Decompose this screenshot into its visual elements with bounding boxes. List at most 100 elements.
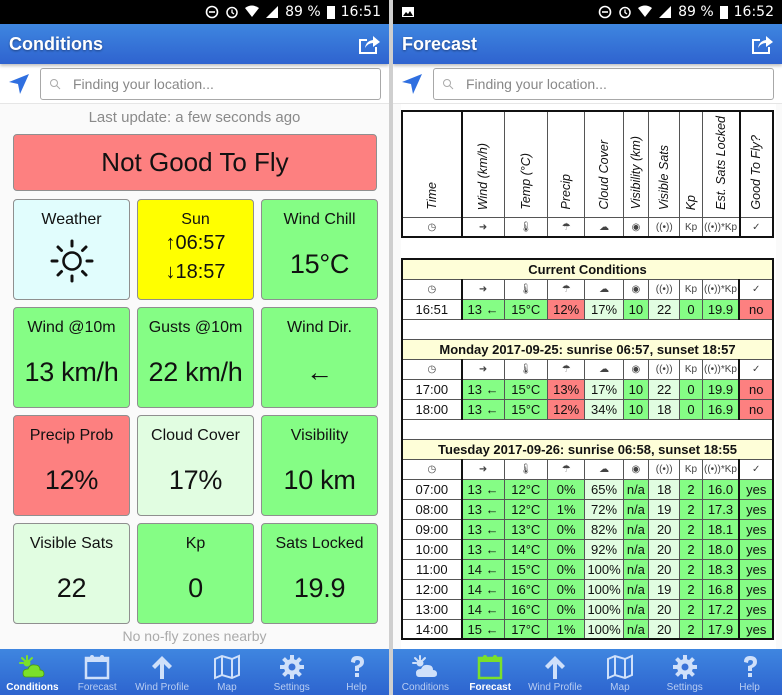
tile-wind-direction[interactable]: Wind Dir. ← — [261, 307, 378, 408]
cell-wind: 13 ← — [460, 538, 505, 560]
cell-sats-locked: 16.9 — [701, 398, 740, 420]
app-bar: Conditions — [0, 24, 389, 64]
cell-temp: 12°C — [503, 498, 549, 520]
tile-sun[interactable]: Sun ↑06:57 ↓18:57 — [137, 199, 254, 300]
dnd-icon — [205, 5, 219, 19]
cell-wind: 13 ← — [460, 478, 505, 500]
cell-temp: 15°C — [503, 398, 549, 420]
nav-tab-settings[interactable]: Settings — [652, 649, 717, 695]
location-arrow-icon[interactable] — [8, 73, 30, 95]
kp-column-icon: Kp — [679, 278, 703, 300]
arrow-up-icon — [541, 653, 569, 682]
tile-cloud-cover[interactable]: Cloud Cover 17% — [137, 415, 254, 516]
temp-column-icon: 🌡 — [503, 358, 549, 380]
cell-temp: 17°C — [503, 618, 549, 640]
visible-sats-column-icon: ((•)) — [648, 278, 681, 300]
share-icon[interactable] — [750, 33, 774, 55]
tile-wind-chill[interactable]: Wind Chill 15°C — [261, 199, 378, 300]
tile-label: Gusts @10m — [148, 319, 243, 336]
tile-wind[interactable]: Wind @10m 13 km/h — [13, 307, 130, 408]
nav-tab-forecast[interactable]: Forecast — [458, 649, 523, 695]
forecast-row[interactable]: 13:00 14 ← 16°C 0% 100% n/a 20 2 17.2 yes — [401, 598, 774, 620]
tile-kp[interactable]: Kp 0 — [137, 523, 254, 624]
location-arrow-icon[interactable] — [401, 73, 423, 95]
share-icon[interactable] — [357, 33, 381, 55]
calendar-icon — [476, 653, 504, 682]
tile-label: Wind @10m — [27, 319, 116, 336]
forecast-row[interactable]: 10:00 13 ← 14°C 0% 92% n/a 20 2 18.0 yes — [401, 538, 774, 560]
nav-tab-wind-profile[interactable]: Wind Profile — [130, 649, 195, 695]
time-column-icon: ◷ — [401, 278, 463, 300]
tile-precip[interactable]: Precip Prob 12% — [13, 415, 130, 516]
nav-tab-conditions[interactable]: Conditions — [0, 649, 65, 695]
cell-wind: 14 ← — [460, 598, 505, 620]
tile-sats-locked[interactable]: Sats Locked 19.9 — [261, 523, 378, 624]
cell-visible-sats: 18 — [648, 478, 681, 500]
column-header-sats-locked: Est. Sats Locked — [701, 110, 741, 218]
cell-time: 13:00 — [401, 598, 463, 620]
nav-tab-wind-profile[interactable]: Wind Profile — [523, 649, 588, 695]
nav-tab-conditions[interactable]: Conditions — [393, 649, 458, 695]
section-icon-row: ◷ ➜ 🌡 ☂ ☁ ◉ ((•)) Kp ((•))*Kp ✓ — [401, 278, 774, 300]
nav-tab-map[interactable]: Map — [587, 649, 652, 695]
precip-column-icon: ☂ — [546, 458, 586, 480]
cell-sats-locked: 18.0 — [701, 538, 740, 560]
forecast-row[interactable]: 07:00 13 ← 12°C 0% 65% n/a 18 2 16.0 yes — [401, 478, 774, 500]
nav-tab-forecast[interactable]: Forecast — [65, 649, 130, 695]
cloud-cover-column-icon: ☁ — [584, 458, 624, 480]
location-search-input[interactable] — [466, 75, 765, 92]
nav-tab-settings[interactable]: Settings — [259, 649, 324, 695]
tile-weather[interactable]: Weather — [13, 199, 130, 300]
column-header-label: Visible Sats — [657, 144, 672, 210]
tile-visible-sats[interactable]: Visible Sats 22 — [13, 523, 130, 624]
forecast-row[interactable]: 18:00 13 ← 15°C 12% 34% 10 18 0 16.9 no — [401, 398, 774, 420]
forecast-row[interactable]: 12:00 14 ← 16°C 0% 100% n/a 19 2 16.8 yes — [401, 578, 774, 600]
cell-visible-sats: 22 — [648, 378, 681, 400]
nav-tab-map[interactable]: Map — [194, 649, 259, 695]
cell-kp: 2 — [679, 598, 703, 620]
sunrise-time: ↑06:57 — [165, 232, 226, 254]
cell-kp: 2 — [679, 578, 703, 600]
cell-temp: 15°C — [503, 558, 549, 580]
cell-cloud-cover: 17% — [584, 298, 624, 320]
forecast-row[interactable]: 16:51 13 ← 15°C 12% 17% 10 22 0 19.9 no — [401, 298, 774, 320]
section-icon-row: ◷ ➜ 🌡 ☂ ☁ ◉ ((•)) Kp ((•))*Kp ✓ — [401, 358, 774, 380]
section-spacer — [401, 418, 774, 440]
cell-precip: 12% — [546, 298, 586, 320]
cell-time: 16:51 — [401, 298, 463, 320]
location-search-box[interactable] — [40, 67, 381, 100]
cell-time: 11:00 — [401, 558, 463, 580]
cell-sats-locked: 19.9 — [701, 298, 740, 320]
visibility-column-icon: ◉ — [622, 278, 650, 300]
location-search-input[interactable] — [73, 75, 372, 92]
cell-kp: 0 — [679, 398, 703, 420]
location-search-row — [393, 64, 782, 104]
help-icon — [343, 653, 371, 682]
forecast-row[interactable]: 17:00 13 ← 15°C 13% 17% 10 22 0 19.9 no — [401, 378, 774, 400]
forecast-row[interactable]: 09:00 13 ← 13°C 0% 82% n/a 20 2 18.1 yes — [401, 518, 774, 540]
wind-column-icon: ➜ — [460, 458, 505, 480]
tile-gusts[interactable]: Gusts @10m 22 km/h — [137, 307, 254, 408]
section-spacer — [401, 318, 774, 340]
wind-column-icon: ➜ — [460, 358, 505, 380]
tile-visibility[interactable]: Visibility 10 km — [261, 415, 378, 516]
signal-icon — [659, 6, 672, 18]
kp-column-icon: Kp — [679, 458, 703, 480]
forecast-row[interactable]: 14:00 15 ← 17°C 1% 100% n/a 20 2 17.9 yes — [401, 618, 774, 640]
location-search-box[interactable] — [433, 67, 774, 100]
cell-cloud-cover: 100% — [584, 558, 624, 580]
cell-wind: 13 ← — [460, 518, 505, 540]
nav-tab-help[interactable]: Help — [717, 649, 782, 695]
forecast-row[interactable]: 08:00 13 ← 12°C 1% 72% n/a 19 2 17.3 yes — [401, 498, 774, 520]
forecast-row[interactable]: 11:00 14 ← 15°C 0% 100% n/a 20 2 18.3 yes — [401, 558, 774, 580]
cell-good-to-fly: no — [738, 398, 774, 420]
nav-tab-help[interactable]: Help — [324, 649, 389, 695]
tile-value: 15°C — [289, 249, 350, 279]
nav-tab-label: Settings — [666, 682, 703, 693]
forecast-scroll-area[interactable]: Time Wind (km/h) Temp (°C) Precip Cloud Cove… — [401, 104, 776, 649]
cell-visibility: n/a — [622, 478, 650, 500]
kp-column-icon: Kp — [679, 216, 703, 238]
column-header-wind: Wind (km/h) — [460, 110, 505, 218]
precip-column-icon: ☂ — [546, 358, 586, 380]
nav-tab-label: Map — [217, 682, 237, 693]
